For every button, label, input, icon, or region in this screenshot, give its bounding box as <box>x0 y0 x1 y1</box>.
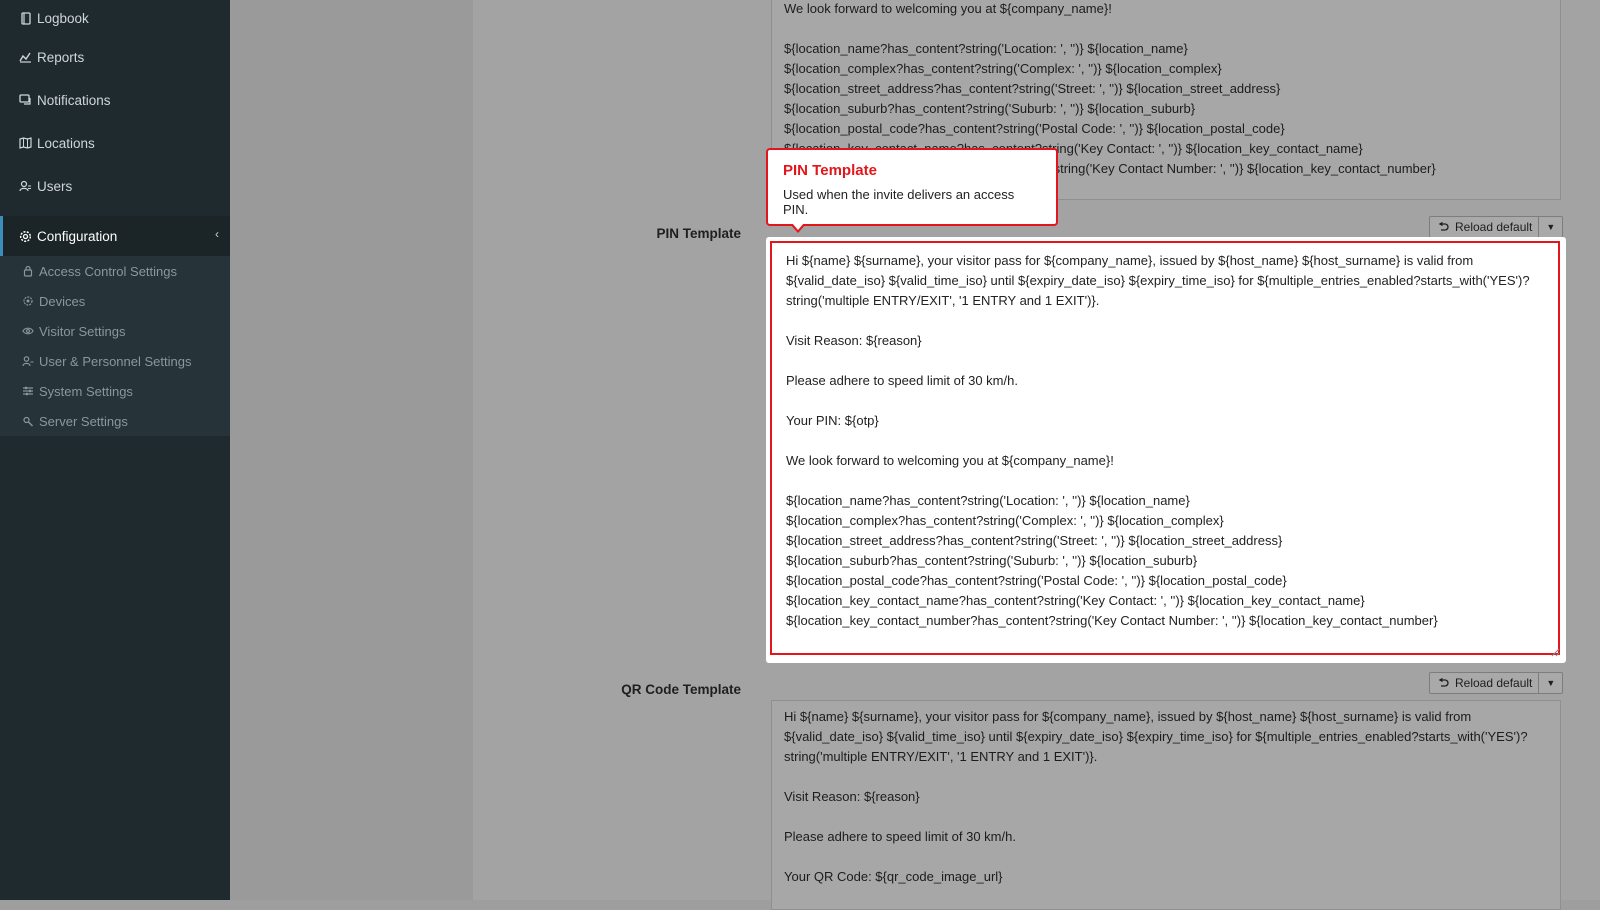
caret-down-icon: ▼ <box>1546 678 1556 688</box>
submenu-item-label: System Settings <box>39 383 133 399</box>
pin-template-label: PIN Template <box>656 226 741 241</box>
sidebar-item-label: Reports <box>37 49 85 65</box>
sidebar-item-label: Configuration <box>37 228 118 244</box>
qr-reload-dropdown-toggle[interactable]: ▼ <box>1539 672 1564 694</box>
submenu-item-server-settings[interactable]: Server Settings <box>0 406 230 436</box>
map-icon <box>19 137 32 150</box>
book-icon <box>19 11 32 25</box>
submenu-item-access-control[interactable]: Access Control Settings <box>0 256 230 286</box>
users-icon <box>19 180 32 193</box>
sidebar-item-locations[interactable]: Locations <box>0 125 230 161</box>
submenu-item-label: User & Personnel Settings <box>39 353 192 369</box>
submenu-item-devices[interactable]: Devices <box>0 286 230 316</box>
sidebar-item-label: Notifications <box>37 92 111 108</box>
submenu-item-label: Visitor Settings <box>39 323 126 339</box>
sliders-icon <box>22 385 34 397</box>
server-icon <box>22 415 34 427</box>
qr-reload-group: Reload default ▼ <box>1429 672 1564 694</box>
reload-default-label: Reload default <box>1455 220 1533 234</box>
tooltip-title: PIN Template <box>783 162 877 179</box>
submenu-item-user-personnel-settings[interactable]: User & Personnel Settings <box>0 346 230 376</box>
pin-template-tooltip: PIN Template Used when the invite delive… <box>766 148 1058 233</box>
reload-default-label: Reload default <box>1455 676 1533 690</box>
chevron-left-icon: ‹ <box>215 227 219 241</box>
submenu-item-label: Devices <box>39 293 86 309</box>
pin-template-textarea[interactable]: Hi ${name} ${surname}, your visitor pass… <box>770 241 1560 655</box>
sidebar-item-reports[interactable]: Reports <box>0 39 230 75</box>
sidebar-item-label: Logbook <box>37 10 89 26</box>
sidebar-item-notifications[interactable]: Notifications <box>0 82 230 118</box>
lock-icon <box>22 265 34 277</box>
sidebar-item-users[interactable]: Users <box>0 168 230 204</box>
configuration-submenu: Access Control Settings Devices Visitor … <box>0 256 230 436</box>
submenu-item-system-settings[interactable]: System Settings <box>0 376 230 406</box>
chat-icon <box>19 94 32 107</box>
resize-grip-icon[interactable] <box>1550 647 1560 657</box>
tooltip-text: Used when the invite delivers an access … <box>783 187 1015 217</box>
pin-reload-group: Reload default ▼ <box>1429 216 1564 238</box>
sidebar-item-label: Locations <box>37 135 95 151</box>
submenu-item-label: Server Settings <box>39 413 128 429</box>
gear-icon <box>19 230 32 243</box>
chart-icon <box>19 51 32 64</box>
qr-template-textarea[interactable]: Hi ${name} ${surname}, your visitor pass… <box>771 700 1561 910</box>
sidebar: Logbook Reports Notifications Locations … <box>0 0 233 900</box>
pin-reload-default-button[interactable]: Reload default <box>1429 216 1540 238</box>
undo-icon <box>1438 222 1449 232</box>
device-icon <box>22 295 34 307</box>
submenu-item-label: Access Control Settings <box>39 263 178 279</box>
users-icon <box>22 355 34 367</box>
sidebar-item-label: Users <box>37 178 73 194</box>
eye-icon <box>22 325 34 337</box>
pin-template-highlight: Hi ${name} ${surname}, your visitor pass… <box>766 237 1566 663</box>
pin-reload-dropdown-toggle[interactable]: ▼ <box>1539 216 1564 238</box>
undo-icon <box>1438 678 1449 688</box>
sidebar-item-configuration[interactable]: Configuration ‹ <box>0 216 233 256</box>
caret-down-icon: ▼ <box>1546 222 1556 232</box>
qr-reload-default-button[interactable]: Reload default <box>1429 672 1540 694</box>
submenu-item-visitor-settings[interactable]: Visitor Settings <box>0 316 230 346</box>
qr-template-label: QR Code Template <box>621 682 741 697</box>
tooltip-arrow-inner <box>792 223 804 230</box>
sidebar-item-logbook[interactable]: Logbook <box>0 0 230 36</box>
